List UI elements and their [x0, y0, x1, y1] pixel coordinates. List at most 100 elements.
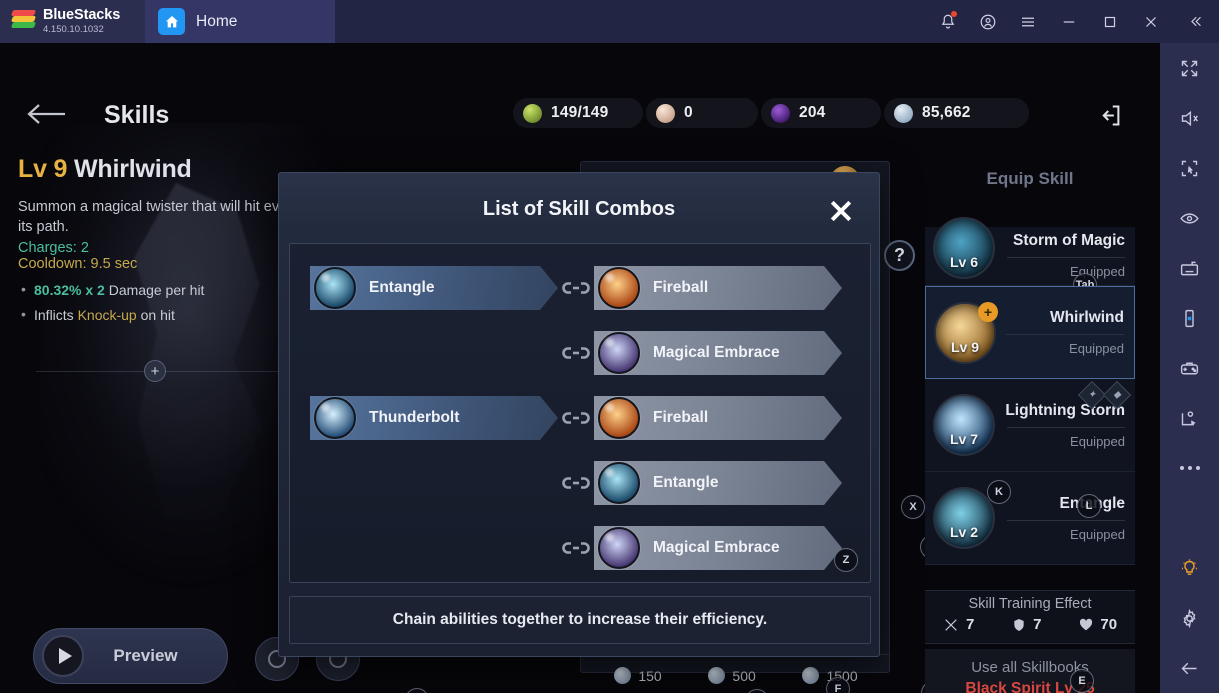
key-hint-l: L	[1077, 494, 1101, 518]
silver-cost-icon	[708, 667, 726, 684]
attack-value: 7	[965, 616, 975, 633]
use-all-skillbooks-label: Use all Skillbooks	[971, 658, 1089, 676]
more-icon[interactable]	[1160, 443, 1219, 493]
skill-separator	[1007, 257, 1125, 258]
menu-icon[interactable]	[1008, 0, 1048, 43]
key-hint-k: K	[987, 480, 1011, 504]
skill-separator	[1006, 334, 1124, 335]
skill-upgrade-badge[interactable]: +	[978, 301, 998, 322]
knockup-highlight: Knock-up	[77, 306, 137, 323]
fullscreen-icon[interactable]	[1160, 43, 1219, 93]
training-title: Skill Training Effect	[968, 596, 1092, 612]
skill-icon-thunderbolt	[314, 397, 356, 439]
skill-separator	[1007, 519, 1125, 521]
combo-chevron-target[interactable]: Entangle	[594, 461, 842, 505]
silver-value: 85,662	[922, 104, 971, 121]
combo-chevron-source[interactable]: Thunderbolt	[310, 396, 558, 440]
currency-contribution[interactable]: 0	[646, 98, 758, 128]
currency-bar: 149/149 0 204 85,662	[513, 98, 1032, 128]
equip-panel-title: Equip Skill	[986, 169, 1074, 188]
contribution-icon	[656, 103, 675, 123]
combo-source-entangle[interactable]: Entangle	[310, 266, 558, 310]
titlebar-spacer	[335, 0, 928, 43]
combo-list: Entangle Fireball Magical Embrace Thunde…	[289, 243, 871, 583]
skill-level: Lv 9	[950, 338, 979, 355]
maximize-button[interactable]	[1089, 0, 1130, 43]
skill-icon-entangle	[598, 462, 640, 504]
minimize-button[interactable]	[1048, 0, 1089, 43]
cost-item-1[interactable]: 150	[614, 667, 662, 684]
settings-gear-icon[interactable]	[1160, 593, 1219, 643]
currency-black-pearl[interactable]: 204	[761, 98, 881, 128]
combo-chevron-target[interactable]: Magical Embrace	[594, 526, 842, 570]
skill-expand-button[interactable]: +	[144, 360, 166, 382]
skill-status: Equipped	[1070, 526, 1125, 542]
combo-target-thunderbolt-fireball[interactable]: Fireball	[558, 396, 842, 440]
currency-silver[interactable]: 85,662	[884, 98, 1029, 128]
mute-icon[interactable]	[1160, 93, 1219, 143]
combo-target-thunderbolt-entangle[interactable]: Entangle	[558, 461, 842, 505]
skill-training-effect: Skill Training Effect 7 7 70	[925, 590, 1135, 644]
close-icon[interactable]	[826, 196, 856, 226]
combo-target-thunderbolt-embrace[interactable]: Magical Embrace	[558, 526, 842, 570]
combo-target-entangle-fireball[interactable]: Fireball	[558, 266, 842, 310]
key-hint-q: Q	[405, 688, 429, 693]
combo-target-name: Magical Embrace	[653, 539, 780, 556]
cost-item-2[interactable]: 500	[708, 667, 756, 684]
combo-target-entangle-embrace[interactable]: Magical Embrace	[558, 331, 842, 375]
skillbooks-panel[interactable]: Use all Skillbooks Black Spirit Lv 25	[925, 649, 1135, 693]
skill-level: Lv 2	[949, 524, 978, 540]
health-icon	[1077, 616, 1094, 633]
keyboard-controls-icon[interactable]	[1160, 243, 1219, 293]
skill-row-whirlwind[interactable]: + Lv 9 Whirlwind Equipped	[925, 286, 1135, 379]
preview-button[interactable]: Preview	[33, 628, 228, 684]
training-stat-health: 70	[1077, 616, 1117, 633]
skill-row-lightning-storm[interactable]: Lv 7 Lightning Storm Equipped ✦ ◆	[925, 379, 1135, 472]
brand-version: 4.150.10.1032	[43, 23, 104, 35]
skill-level: Lv 6	[949, 254, 978, 270]
chain-link-icon	[558, 475, 594, 491]
game-viewport: Skills 149/149 0 204 85,662 Lv 9 Whirlwi…	[0, 43, 1160, 693]
combo-target-name: Magical Embrace	[653, 344, 780, 361]
skill-icon-magical-embrace	[598, 527, 640, 569]
combo-chevron-target[interactable]: Fireball	[594, 266, 842, 310]
combo-target-name: Fireball	[653, 409, 709, 426]
skill-icon-entangle	[314, 267, 356, 309]
bluestacks-titlebar: BlueStacks 4.150.10.1032 Home Black Dese…	[0, 0, 1219, 693]
rotate-device-icon[interactable]	[1160, 293, 1219, 343]
modal-footer-text: Chain abilities together to increase the…	[392, 611, 768, 628]
combo-source-name: Entangle	[369, 279, 435, 296]
notifications-bell-icon[interactable]	[928, 0, 968, 43]
combo-chevron-source[interactable]: Entangle	[310, 266, 558, 310]
combo-source-thunderbolt[interactable]: Thunderbolt	[310, 396, 558, 440]
collapse-sidebar-button[interactable]	[1171, 0, 1219, 43]
gamepad-icon[interactable]	[1160, 343, 1219, 393]
exit-button[interactable]	[1088, 95, 1132, 135]
lightbulb-icon[interactable]	[1160, 543, 1219, 593]
bluestacks-sidebar	[1160, 43, 1219, 693]
combo-chevron-target[interactable]: Magical Embrace	[594, 331, 842, 375]
skill-row-storm-of-magic[interactable]: Lv 6 Storm of Magic Equipped Tab	[925, 217, 1135, 297]
skill-row-entangle[interactable]: Lv 2 Entangle Equipped K L	[925, 472, 1135, 565]
back-arrow-icon[interactable]	[1160, 643, 1219, 693]
health-value: 70	[1100, 616, 1118, 633]
close-button[interactable]	[1130, 0, 1171, 43]
chain-link-icon	[558, 345, 594, 361]
play-icon	[42, 635, 84, 677]
media-manager-icon[interactable]	[1160, 393, 1219, 443]
help-question-icon[interactable]: ?	[884, 240, 915, 271]
currency-energy[interactable]: 149/149	[513, 98, 643, 128]
skill-separator	[1007, 426, 1125, 428]
cost-value-1: 150	[638, 667, 662, 684]
tab-home[interactable]: Home	[145, 0, 335, 43]
screenshot-region-icon[interactable]	[1160, 143, 1219, 193]
game-back-button[interactable]	[25, 101, 67, 131]
combo-chevron-target[interactable]: Fireball	[594, 396, 842, 440]
eye-icon[interactable]	[1160, 193, 1219, 243]
modal-title: List of Skill Combos	[482, 198, 676, 220]
skill-enhance-icon: ◆	[1102, 380, 1132, 410]
account-icon[interactable]	[968, 0, 1008, 43]
combo-source-name: Thunderbolt	[369, 409, 460, 426]
black-pearl-icon	[771, 103, 790, 123]
cost-value-2: 500	[732, 667, 756, 684]
